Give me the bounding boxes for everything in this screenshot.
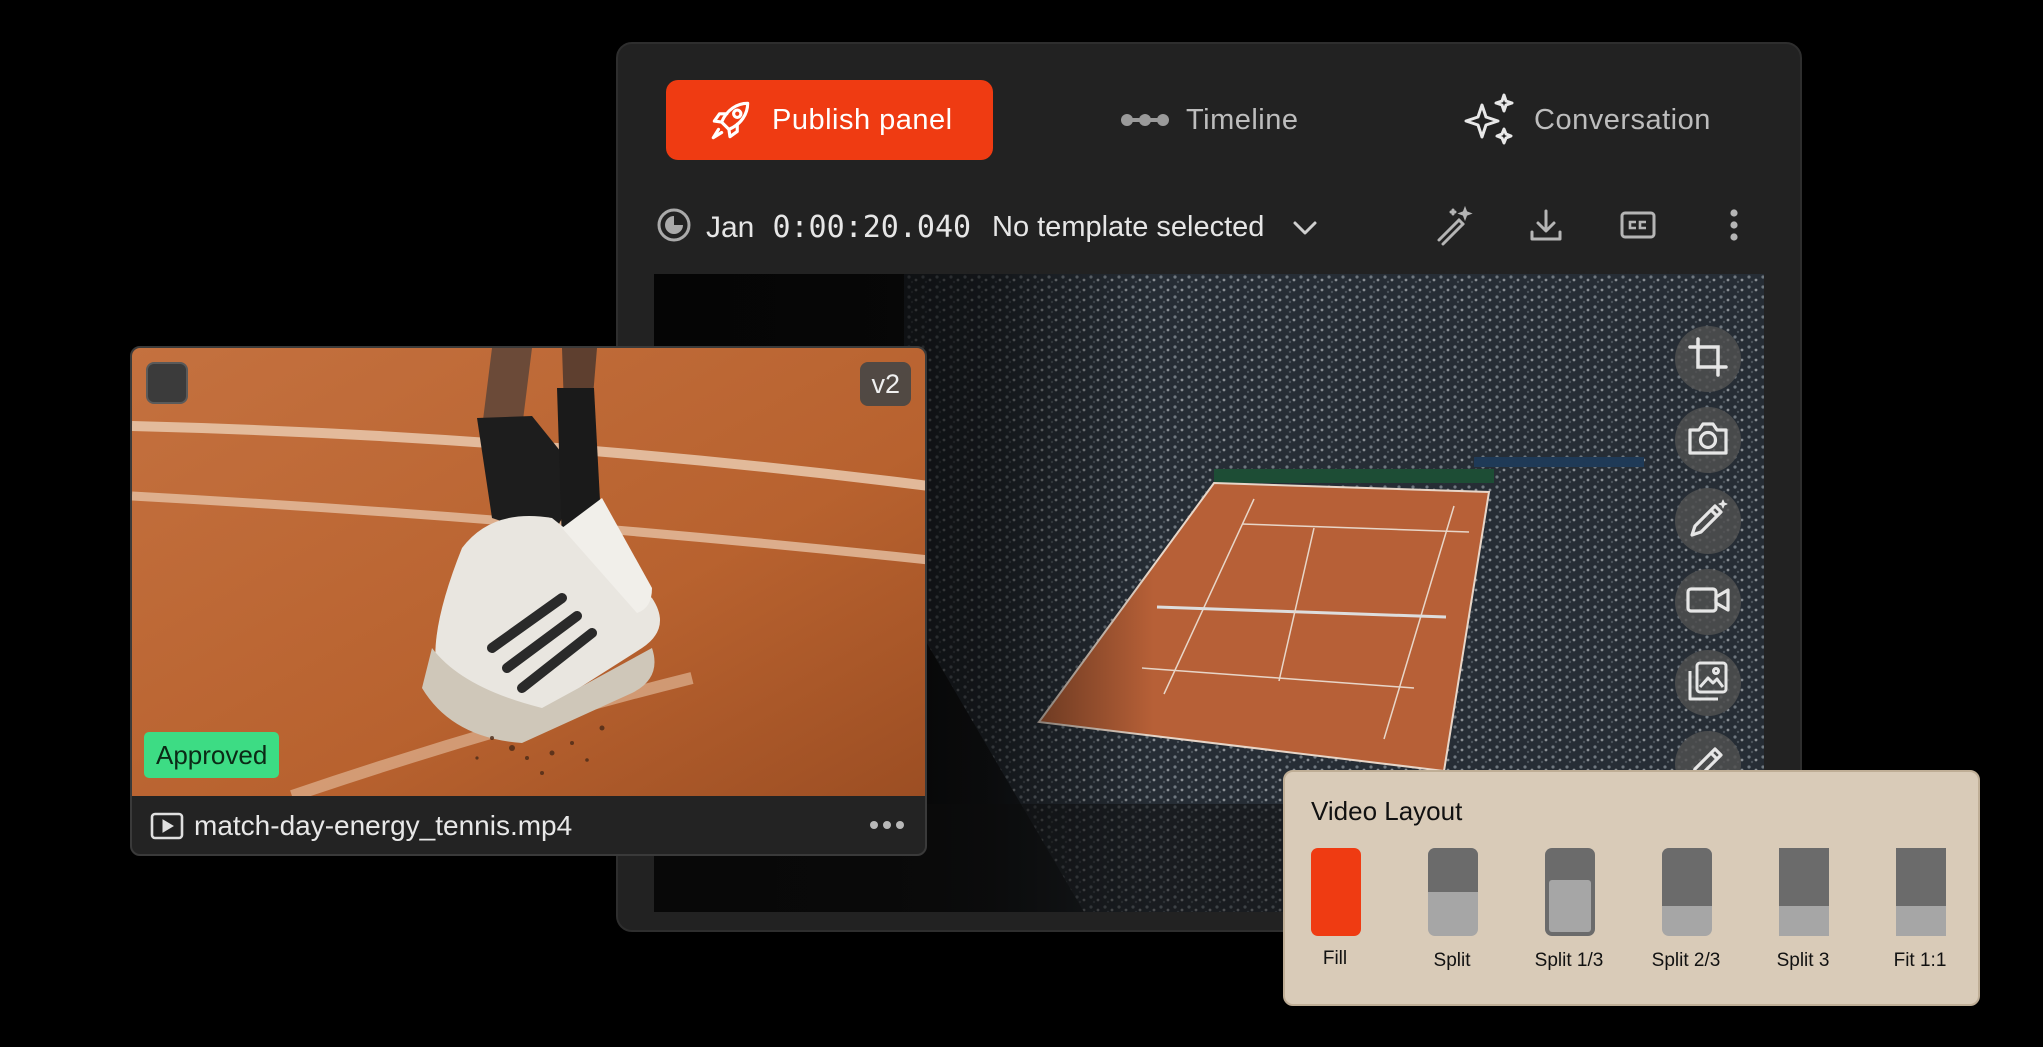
layout-option-label: Split 1/3 — [1534, 950, 1604, 971]
toolbar: Jan 0:00:20.040 No template selected — [618, 194, 1800, 260]
pencil-icon — [1686, 497, 1730, 546]
status-badge: Approved — [144, 732, 280, 778]
timecode-month: Jan — [706, 210, 755, 244]
video-layout-popover: Video Layout Fill Split Split 1/3 Split … — [1283, 770, 1980, 1006]
video-camera-icon — [1685, 582, 1731, 623]
sparkles-icon — [1460, 91, 1518, 149]
edit-button[interactable] — [1675, 488, 1741, 554]
layout-split-3-swatch — [1779, 848, 1829, 936]
template-select[interactable]: No template selected — [992, 194, 1318, 260]
tab-bar: Publish panel Timeline Conversation — [618, 44, 1800, 174]
layout-option-label: Fill — [1322, 948, 1348, 969]
clip-card[interactable]: v2 Approved match-day-energy_tennis.mp4 — [130, 346, 927, 856]
tab-publish-panel[interactable]: Publish panel — [666, 80, 993, 160]
layout-option-label: Fit 1:1 — [1893, 950, 1947, 971]
chevron-down-icon — [1292, 211, 1318, 244]
layout-split-swatch — [1428, 848, 1478, 936]
clip-select-checkbox[interactable] — [146, 362, 188, 404]
template-select-value: No template selected — [992, 210, 1265, 243]
tab-timeline[interactable]: Timeline — [1120, 80, 1299, 160]
tennis-shoe-image — [132, 348, 925, 796]
tab-label: Publish panel — [772, 103, 953, 136]
version-badge: v2 — [860, 362, 911, 406]
more-options-button[interactable] — [1710, 194, 1758, 260]
captions-button[interactable] — [1614, 194, 1662, 260]
closed-captions-icon — [1619, 209, 1657, 246]
more-horizontal-icon — [870, 821, 904, 829]
crop-icon — [1686, 335, 1730, 384]
clip-file-name: match-day-energy_tennis.mp4 — [194, 810, 573, 841]
clip-more-button[interactable] — [867, 810, 907, 840]
more-vertical-icon — [1729, 208, 1739, 247]
layout-option-label: Split 3 — [1776, 950, 1830, 971]
camera-icon — [1686, 418, 1730, 463]
clock-icon — [656, 207, 692, 248]
magic-wand-button[interactable] — [1430, 194, 1478, 260]
rocket-icon — [706, 95, 756, 145]
layout-option-label: Split — [1433, 950, 1471, 971]
layout-option-label: Split 2/3 — [1651, 950, 1721, 971]
download-button[interactable] — [1522, 194, 1570, 260]
layout-fit-1-1-swatch — [1896, 848, 1946, 936]
gallery-button[interactable] — [1675, 650, 1741, 716]
timecode-value: 0:00:20.040 — [772, 209, 972, 245]
timecode-display: Jan 0:00:20.040 — [656, 194, 971, 260]
clip-thumbnail: v2 Approved — [132, 348, 925, 796]
gallery-icon — [1686, 659, 1730, 708]
timeline-dots-icon — [1120, 110, 1170, 130]
layout-fill-swatch — [1311, 848, 1361, 936]
crop-button[interactable] — [1675, 326, 1741, 392]
tab-conversation[interactable]: Conversation — [1460, 80, 1711, 160]
tab-label: Timeline — [1186, 103, 1299, 136]
download-icon — [1527, 206, 1565, 249]
magic-wand-icon — [1433, 204, 1475, 251]
layout-split-1-3-swatch — [1545, 848, 1595, 936]
layout-split-2-3-swatch — [1662, 848, 1712, 936]
record-button[interactable] — [1675, 569, 1741, 635]
snapshot-button[interactable] — [1675, 407, 1741, 473]
video-layout-title: Video Layout — [1311, 796, 1463, 826]
tab-label: Conversation — [1534, 103, 1711, 136]
video-file-icon — [150, 812, 184, 840]
clip-footer: match-day-energy_tennis.mp4 — [132, 796, 925, 854]
